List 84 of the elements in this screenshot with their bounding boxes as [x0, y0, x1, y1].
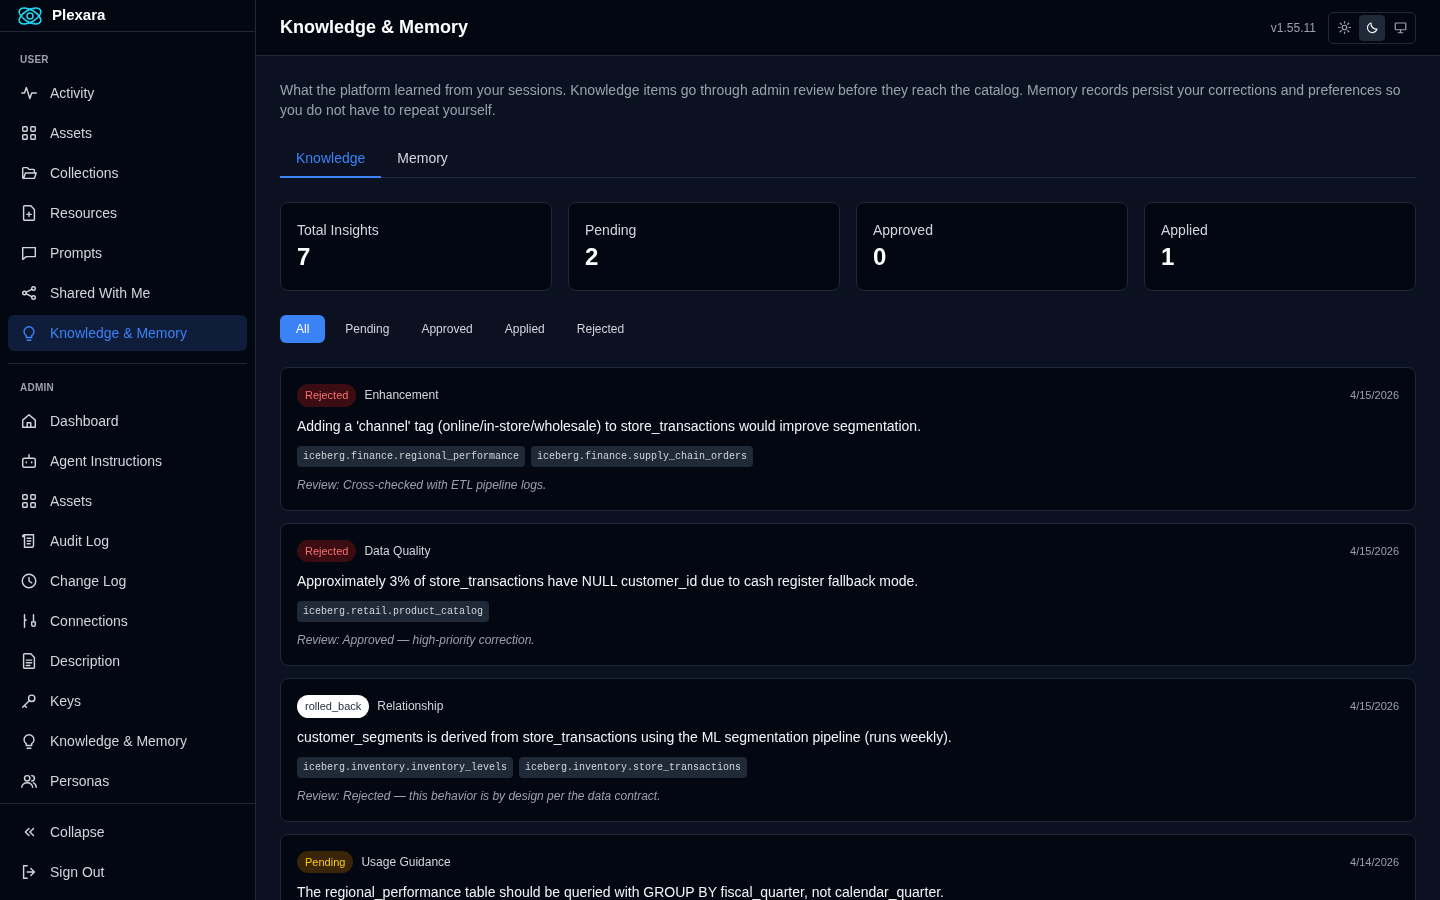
page-description: What the platform learned from your sessions. Knowledge items go through admin review before they reach the catalog. Memory records persist your corrections and preferences so you do not have to repeat yourself. [280, 81, 1402, 120]
sidebar-item[interactable]: Assets [8, 483, 247, 519]
filter-button[interactable]: Approved [409, 315, 485, 343]
home-icon [20, 412, 38, 430]
sun-icon [1336, 20, 1352, 35]
review-note: Review: Approved — high-priority correction. [297, 632, 536, 649]
stat-label: Approved [873, 221, 934, 240]
collapse-button[interactable]: Collapse [8, 812, 247, 852]
pulse-icon [20, 84, 38, 102]
filter-button[interactable]: Applied [492, 315, 557, 343]
tab[interactable]: Knowledge [280, 140, 382, 178]
key-icon [20, 692, 38, 710]
moon-icon [1364, 20, 1380, 35]
insight-text: The regional_performance table should be queried with GROUP BY fiscal_quarter, not calendar_quarter. [297, 883, 945, 900]
stat-value: 0 [873, 242, 888, 272]
insight-text: Approximately 3% of store_transactions have NULL customer_id due to cash register fallback mode. [297, 572, 920, 591]
table-tag: iceberg.finance.supply_chain_orders [531, 445, 754, 467]
lightbulb-icon [20, 732, 38, 750]
brand-name: Plexara [52, 5, 106, 26]
category-label: Enhancement [364, 387, 439, 405]
lightbulb-icon [20, 324, 38, 342]
sidebar-item[interactable]: Prompts [8, 235, 247, 271]
document-icon [20, 652, 38, 670]
grid-icon [20, 492, 38, 510]
stat-value: 1 [1161, 242, 1176, 272]
sidebar-item[interactable]: Knowledge & Memory [8, 315, 247, 351]
sidebar-item[interactable]: Change Log [8, 563, 247, 599]
tab[interactable]: Memory [381, 140, 464, 178]
share-icon [20, 284, 38, 302]
status-badge: rolled_back [297, 695, 370, 718]
section-heading: USER [19, 53, 50, 67]
chat-icon [20, 244, 38, 262]
sidebar-item[interactable]: Knowledge & Memory [8, 723, 247, 759]
date-label: 4/15/2026 [1350, 699, 1399, 714]
theme-button[interactable] [1359, 14, 1385, 41]
sidebar-item[interactable]: Activity [8, 75, 247, 111]
insight-text: Adding a 'channel' tag (online/in-store/wholesale) to store_transactions would improve segmentation. [297, 416, 923, 436]
filter-button[interactable]: All [280, 315, 326, 343]
sign-out-icon [20, 863, 38, 881]
version-label: v1.55.11 [1270, 19, 1316, 37]
sidebar-item[interactable]: Personas [8, 763, 247, 799]
stat-label: Applied [1161, 221, 1209, 240]
monitor-icon [1392, 20, 1408, 35]
status-badge: Rejected [297, 384, 357, 407]
grid-icon [20, 124, 38, 142]
filter-button[interactable]: Pending [333, 315, 402, 343]
category-label: Relationship [377, 698, 444, 716]
date-label: 4/14/2026 [1350, 854, 1399, 870]
table-tag: iceberg.inventory.store_transactions [519, 756, 748, 778]
review-note: Review: Cross-checked with ETL pipeline logs. [297, 476, 548, 494]
folder-icon [20, 164, 38, 182]
date-label: 4/15/2026 [1350, 388, 1399, 403]
section-heading: ADMIN [19, 381, 56, 395]
sign-out-button[interactable]: Sign Out [8, 852, 247, 892]
category-label: Usage Guidance [361, 853, 451, 871]
sidebar-item[interactable]: Connections [8, 603, 247, 639]
review-note: Review: Rejected — this behavior is by design per the data contract. [297, 787, 662, 805]
status-badge: Rejected [297, 539, 357, 562]
category-label: Data Quality [364, 542, 431, 560]
status-badge: Pending [297, 850, 354, 873]
robot-icon [20, 452, 38, 470]
sidebar-item[interactable]: Agent Instructions [8, 443, 247, 479]
sidebar-item[interactable]: Description [8, 643, 247, 679]
sidebar-item[interactable]: Dashboard [8, 403, 247, 439]
insight-text: customer_segments is derived from store_transactions using the ML segmentation pipeline (runs weekly). [297, 727, 953, 747]
stat-value: 7 [297, 242, 312, 272]
table-tag: iceberg.finance.regional_performance [297, 445, 526, 467]
table-tag: iceberg.retail.product_catalog [297, 601, 490, 622]
users-icon [20, 772, 38, 790]
file-plus-icon [20, 204, 38, 222]
clock-icon [20, 572, 38, 590]
page-title: Knowledge & Memory [280, 16, 469, 39]
stat-label: Pending [585, 221, 638, 240]
table-tag: iceberg.inventory.inventory_levels [297, 756, 514, 778]
stat-label: Total Insights [297, 221, 380, 240]
filter-button[interactable]: Rejected [564, 315, 637, 343]
date-label: 4/15/2026 [1350, 543, 1399, 559]
sidebar-item[interactable]: Shared With Me [8, 275, 247, 311]
sidebar-item[interactable]: Resources [8, 195, 247, 231]
stat-value: 2 [585, 242, 600, 272]
sidebar-item[interactable]: Assets [8, 115, 247, 151]
sidebar-item[interactable]: Audit Log [8, 523, 247, 559]
sidebar-item[interactable]: Keys [8, 683, 247, 719]
sidebar-item[interactable]: Collections [8, 155, 247, 191]
